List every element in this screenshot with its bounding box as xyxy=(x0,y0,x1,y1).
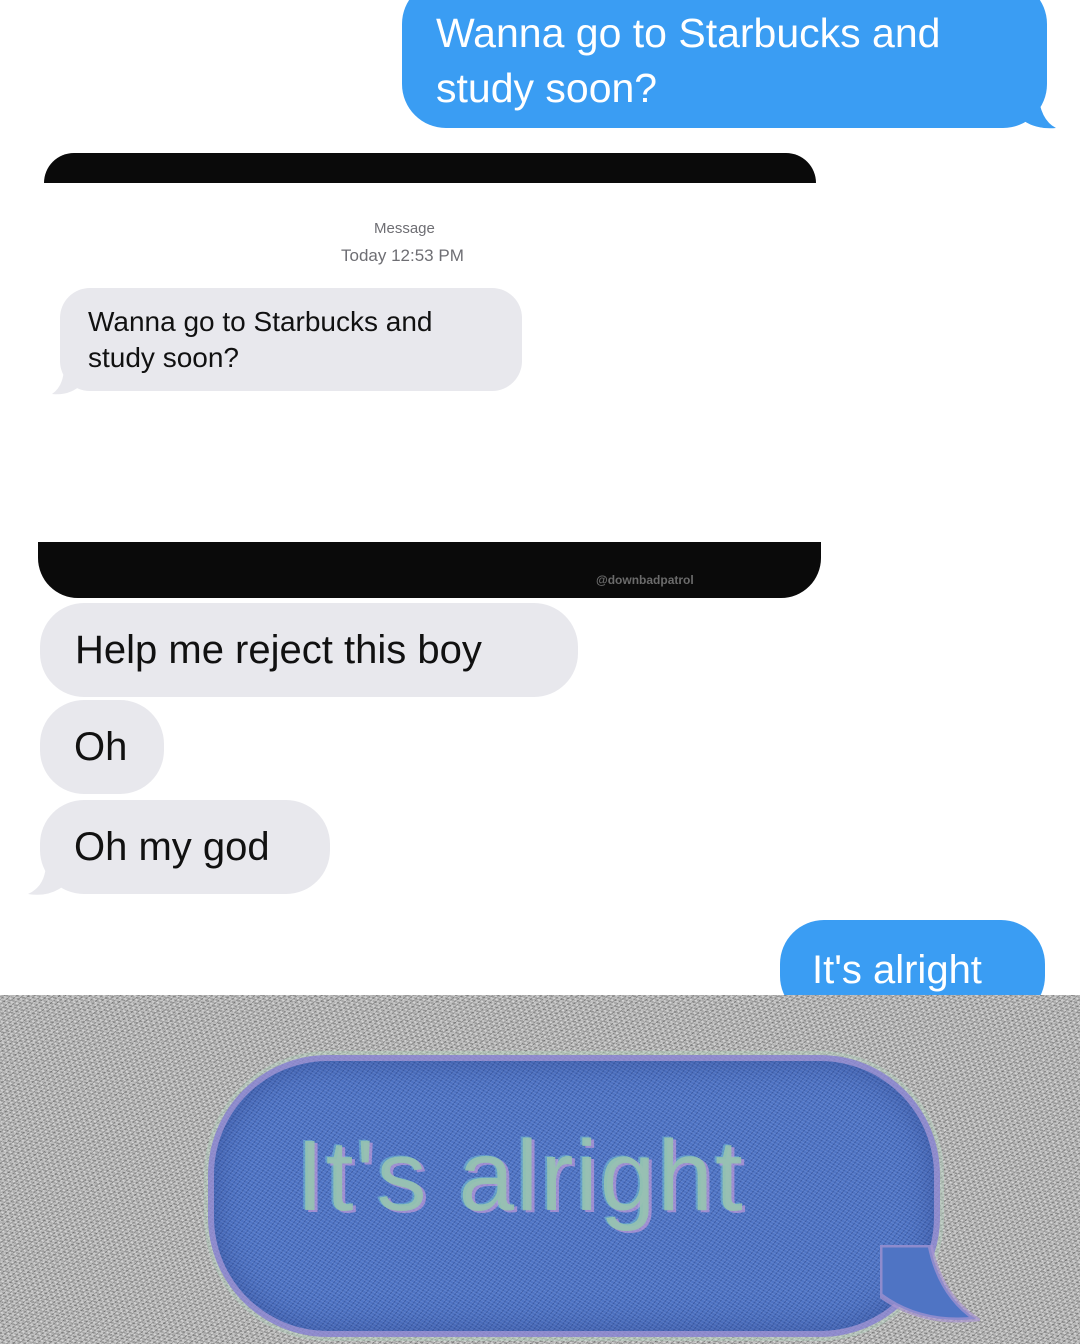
zoomed-message-bubble: It's alright xyxy=(208,1055,940,1337)
received-message-text: Oh my god xyxy=(74,825,270,869)
received-bubble-tail xyxy=(52,366,82,395)
received-message-bubble: Help me reject this boy xyxy=(40,603,578,697)
sent-message-bubble: Wanna go to Starbucks and study soon? xyxy=(402,0,1047,128)
sent-bubble-tail xyxy=(1018,92,1056,129)
black-header-bar xyxy=(44,153,816,183)
received-message-text: Help me reject this boy xyxy=(75,628,482,672)
received-message-text: Oh xyxy=(74,725,128,769)
notification-label: Message xyxy=(374,220,435,237)
notification-message-bubble: Wanna go to Starbucks and study soon? xyxy=(60,288,522,391)
zoomed-reply-panel: It's alright xyxy=(0,995,1080,1344)
received-message-bubble: Oh xyxy=(40,700,164,794)
black-footer-bar xyxy=(38,542,821,598)
reply-message-text: It's alright xyxy=(812,948,982,992)
sent-message-text: Wanna go to Starbucks and study soon? xyxy=(436,10,941,111)
received-bubble-tail xyxy=(28,862,68,895)
received-message-bubble: Oh my god xyxy=(40,800,330,894)
zoomed-bubble-tail xyxy=(880,1245,980,1323)
watermark: @downbadpatrol xyxy=(596,573,694,587)
zoomed-message-text: It's alright xyxy=(296,1120,745,1232)
notification-timestamp: Today 12:53 PM xyxy=(341,246,464,265)
notification-message-text: Wanna go to Starbucks and study soon? xyxy=(88,306,433,373)
